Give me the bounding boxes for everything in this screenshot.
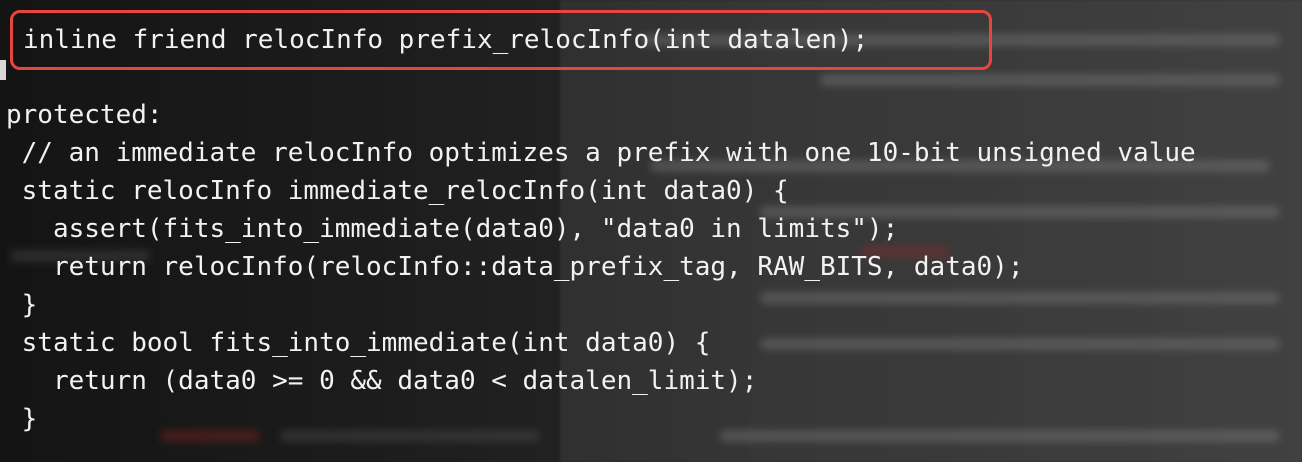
- code-line: static bool fits_into_immediate(int data…: [6, 328, 711, 358]
- code-line: // an immediate relocInfo optimizes a pr…: [6, 138, 1196, 168]
- code-line: assert(fits_into_immediate(data0), "data…: [6, 214, 899, 244]
- highlighted-code-line: inline friend relocInfo prefix_relocInfo…: [23, 25, 869, 55]
- background-text-line: [280, 430, 540, 442]
- background-text-line: [820, 74, 1280, 86]
- code-line: protected:: [6, 100, 163, 130]
- background-text-line: [760, 292, 1280, 304]
- code-line: return (data0 >= 0 && data0 < datalen_li…: [6, 366, 758, 396]
- code-line: static relocInfo immediate_relocInfo(int…: [6, 176, 789, 206]
- code-block: inline friend relocInfo prefix_relocInfo…: [0, 0, 1196, 434]
- background-text-line: [160, 430, 260, 442]
- terminal-screenshot: inline friend relocInfo prefix_relocInfo…: [0, 0, 1302, 462]
- background-text-line: [760, 338, 1280, 350]
- code-line: }: [6, 404, 38, 434]
- code-line: return relocInfo(relocInfo::data_prefix_…: [6, 252, 1024, 282]
- code-line: }: [6, 290, 38, 320]
- background-text-line: [720, 430, 1280, 442]
